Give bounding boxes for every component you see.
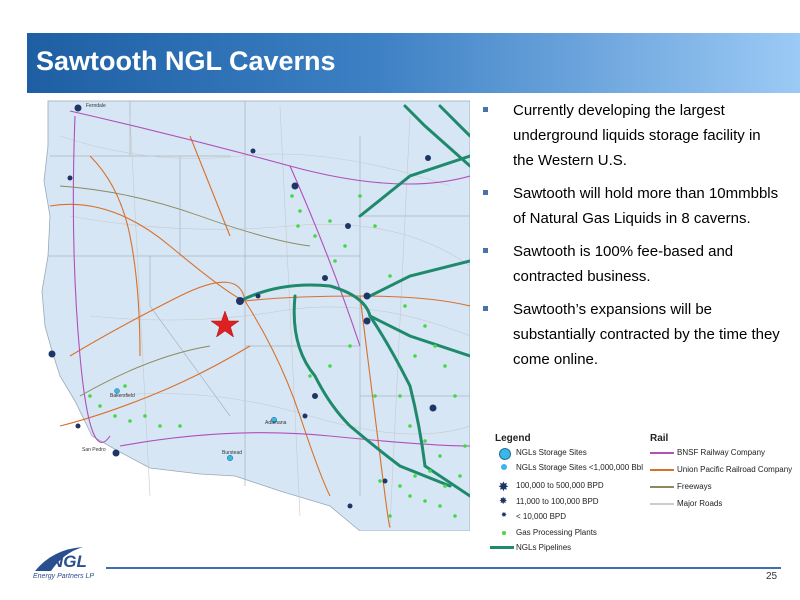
map-label-burstead: Burstead bbox=[222, 450, 242, 456]
page-number: 25 bbox=[766, 571, 778, 582]
logo-text: NGL bbox=[51, 552, 87, 571]
bullet-item: Currently developing the largest undergr… bbox=[483, 98, 783, 173]
rail-legend-item: Union Pacific Railroad Company bbox=[677, 465, 793, 474]
small-storage-site-icon bbox=[501, 464, 507, 470]
legend-item: Gas Processing Plants bbox=[516, 528, 597, 537]
bullet-list: Currently developing the largest undergr… bbox=[483, 98, 783, 380]
map-label-ferndale: Ferndale bbox=[86, 103, 106, 109]
legend-item: NGLs Storage Sites <1,000,000 Bbl bbox=[516, 463, 643, 472]
western-us-map: Ferndale Bakersfield San Pedro Adamana B… bbox=[30, 96, 470, 531]
bullet-item: Sawtooth’s expansions will be substantia… bbox=[483, 297, 783, 372]
rail-legend-item: Major Roads bbox=[677, 499, 723, 508]
legend-item: 100,000 to 500,000 BPD bbox=[516, 481, 604, 490]
legend-item: NGLs Storage Sites bbox=[516, 448, 587, 457]
rail-legend-item: Freeways bbox=[677, 482, 712, 491]
pipeline-icon bbox=[490, 546, 514, 549]
legend-title: Legend bbox=[495, 433, 531, 444]
bullet-item: Sawtooth is 100% fee-based and contracte… bbox=[483, 239, 783, 289]
gas-plant-icon bbox=[502, 531, 506, 535]
legend-item: < 10,000 BPD bbox=[516, 512, 567, 521]
union-pacific-line-swatch bbox=[650, 469, 674, 471]
legend-item: 11,000 to 100,000 BPD bbox=[516, 497, 599, 506]
rail-legend-title: Rail bbox=[650, 433, 669, 444]
logo-subtitle: Energy Partners LP bbox=[33, 573, 95, 580]
footer-divider bbox=[106, 567, 781, 569]
map-label-adamana: Adamana bbox=[265, 420, 287, 426]
map-label-bakersfield: Bakersfield bbox=[110, 393, 135, 399]
legend-item: NGLs Pipelines bbox=[516, 543, 572, 552]
freeway-line-swatch bbox=[650, 486, 674, 488]
map-label-san-pedro: San Pedro bbox=[82, 447, 106, 453]
bullet-item: Sawtooth will hold more than 10mmbbls of… bbox=[483, 181, 783, 231]
title-bar: Sawtooth NGL Caverns bbox=[27, 33, 800, 93]
map-legend: Legend Rail ✸ ✸ ✸ NGLs Storage Sites NGL… bbox=[485, 430, 792, 552]
slide-title: Sawtooth NGL Caverns bbox=[36, 46, 336, 76]
bnsf-line-swatch bbox=[650, 452, 674, 454]
rail-legend-item: BNSF Railway Company bbox=[677, 448, 766, 457]
major-road-line-swatch bbox=[650, 503, 674, 505]
large-volume-marker-icon: ✸ bbox=[498, 479, 509, 494]
small-volume-marker-icon: ✸ bbox=[501, 512, 507, 519]
medium-volume-marker-icon: ✸ bbox=[499, 496, 508, 507]
storage-site-icon bbox=[499, 448, 511, 460]
